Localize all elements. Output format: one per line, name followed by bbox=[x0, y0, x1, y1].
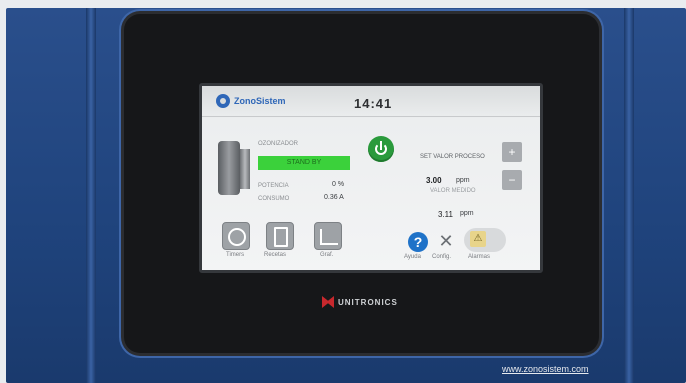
power-label: POTENCIA bbox=[258, 183, 289, 189]
recipes-label: Recetas bbox=[264, 252, 287, 258]
manufacturer-name: UNITRONICS bbox=[338, 297, 398, 307]
alarm-label: Alarmas bbox=[468, 254, 491, 260]
power-button[interactable] bbox=[368, 136, 394, 162]
help-button[interactable]: ? bbox=[408, 232, 428, 252]
brand-logo-icon bbox=[216, 94, 230, 108]
setpoint-label: SET VALOR PROCESO bbox=[420, 154, 485, 160]
measured-value: 3.11 bbox=[438, 210, 453, 219]
consumption-value: 0.36 A bbox=[324, 194, 344, 201]
tools-icon: ✕ bbox=[438, 231, 454, 251]
unitronics-logo: UNITRONICS bbox=[322, 296, 398, 308]
recipes-button[interactable] bbox=[266, 222, 294, 250]
graph-button[interactable] bbox=[314, 222, 342, 250]
config-label: Config. bbox=[432, 254, 452, 260]
increase-button[interactable]: + bbox=[502, 142, 522, 162]
brand: ZonoSistem bbox=[216, 94, 286, 108]
chart-icon bbox=[320, 229, 338, 245]
measured-label: VALOR MEDIDO bbox=[430, 188, 476, 194]
timers-label: Timers bbox=[226, 252, 245, 258]
config-button[interactable]: ✕ bbox=[434, 230, 458, 252]
warning-icon: ⚠ bbox=[470, 231, 486, 247]
device-label: OZONIZADOR bbox=[258, 141, 298, 147]
brand-name: ZonoSistem bbox=[234, 96, 286, 106]
question-icon: ? bbox=[413, 234, 423, 250]
measured-unit: ppm bbox=[460, 210, 474, 217]
ozonizer-icon bbox=[216, 139, 252, 199]
clock-icon bbox=[228, 228, 246, 246]
graph-label: Graf. bbox=[320, 252, 334, 258]
setpoint-unit: ppm bbox=[456, 177, 470, 184]
website-link: www.zonosistem.com bbox=[502, 364, 589, 374]
clock: 14:41 bbox=[354, 96, 393, 111]
hmi-panel: ZonoSistem 14:41 OZONIZADOR STAND BY POT… bbox=[202, 86, 540, 270]
cabinet-groove-right bbox=[624, 8, 634, 383]
clipboard-icon bbox=[274, 227, 288, 247]
timers-button[interactable] bbox=[222, 222, 250, 250]
setpoint-value[interactable]: 3.00 bbox=[426, 176, 442, 185]
consumption-label: CONSUMO bbox=[258, 196, 290, 202]
unitronics-mark-icon bbox=[322, 296, 334, 308]
header-divider bbox=[202, 116, 540, 117]
cabinet-groove-left bbox=[86, 8, 96, 383]
status-badge: STAND BY bbox=[258, 156, 350, 170]
help-label: Ayuda bbox=[404, 254, 421, 260]
hmi-screen: ZonoSistem 14:41 OZONIZADOR STAND BY POT… bbox=[199, 83, 543, 273]
power-value: 0 % bbox=[332, 181, 345, 188]
decrease-button[interactable]: − bbox=[502, 170, 522, 190]
